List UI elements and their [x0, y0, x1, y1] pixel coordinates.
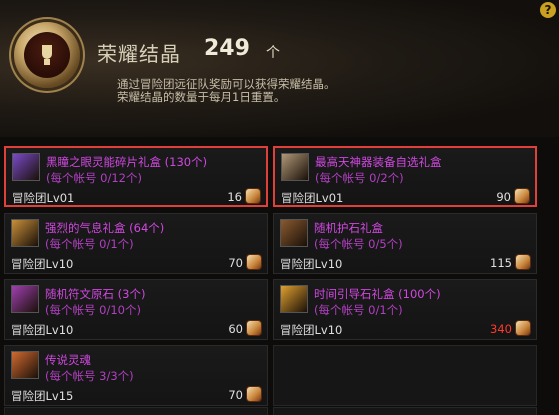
item-purchase-limit: (每个帐号 0/1个) [314, 303, 403, 317]
empty-slot [273, 345, 537, 406]
item-name: 黑瞳之眼灵能碎片礼盒 (130个) [46, 155, 208, 169]
shop-item-card[interactable]: 随机护石礼盒 (每个帐号 0/5个) 冒险团Lv10 115 [273, 213, 537, 274]
item-required-level: 冒险团Lv01 [281, 191, 344, 205]
shop-item-card[interactable]: 传说灵魂 (每个帐号 3/3个) 冒险团Lv15 70 [4, 345, 268, 406]
glory-crystal-coin-icon [515, 189, 529, 203]
item-price: 70 [228, 256, 243, 270]
item-required-level: 冒险团Lv10 [280, 323, 343, 337]
shop-item-card[interactable]: 黑瞳之眼灵能碎片礼盒 (130个) (每个帐号 0/12个) 冒险团Lv01 16 [4, 146, 268, 207]
item-icon [11, 219, 39, 247]
shop-item-card[interactable]: 最高天神器装备自选礼盒 (每个帐号 0/2个) 冒险团Lv01 90 [273, 146, 537, 207]
item-icon [280, 285, 308, 313]
item-icon [12, 153, 40, 181]
glory-crystal-coin-icon [247, 255, 261, 269]
item-name: 传说灵魂 [45, 353, 91, 367]
item-price: 340 [490, 322, 512, 336]
item-purchase-limit: (每个帐号 0/5个) [314, 237, 403, 251]
shop-item-card[interactable]: 强烈的气息礼盒 (64个) (每个帐号 0/1个) 冒险团Lv10 70 [4, 213, 268, 274]
currency-description: 通过冒险团远征队奖励可以获得荣耀结晶。 荣耀结晶的数量于每月1日重置。 [117, 78, 336, 104]
item-purchase-limit: (每个帐号 0/2个) [315, 171, 404, 185]
currency-unit: 个 [266, 45, 280, 61]
glory-crystal-coin-icon [516, 255, 530, 269]
item-icon [11, 285, 39, 313]
item-price: 115 [490, 256, 512, 270]
item-purchase-limit: (每个帐号 3/3个) [45, 369, 134, 383]
item-price: 60 [228, 322, 243, 336]
glory-crystal-emblem-icon [14, 22, 80, 88]
shop-item-card[interactable]: 时间引导石礼盒 (100个) (每个帐号 0/1个) 冒险团Lv10 340 [273, 279, 537, 340]
item-required-level: 冒险团Lv10 [280, 257, 343, 271]
item-purchase-limit: (每个帐号 0/10个) [45, 303, 141, 317]
item-required-level: 冒险团Lv01 [12, 191, 75, 205]
currency-count: 249 [204, 36, 250, 61]
item-name: 时间引导石礼盒 (100个) [314, 287, 441, 301]
item-icon [11, 351, 39, 379]
description-line-2: 荣耀结晶的数量于每月1日重置。 [117, 90, 286, 104]
item-purchase-limit: (每个帐号 0/12个) [46, 171, 142, 185]
item-name: 强烈的气息礼盒 (64个) [45, 221, 165, 235]
glory-crystal-coin-icon [246, 189, 260, 203]
item-icon [281, 153, 309, 181]
header-panel: 荣耀结晶 249 个 通过冒险团远征队奖励可以获得荣耀结晶。 荣耀结晶的数量于每… [0, 0, 559, 137]
item-required-level: 冒险团Lv15 [11, 389, 74, 403]
item-name: 随机护石礼盒 [314, 221, 383, 235]
item-required-level: 冒险团Lv10 [11, 323, 74, 337]
glory-crystal-coin-icon [247, 321, 261, 335]
item-price: 70 [228, 388, 243, 402]
item-required-level: 冒险团Lv10 [11, 257, 74, 271]
item-price: 16 [227, 190, 242, 204]
shop-item-card[interactable]: 随机符文原石 (3个) (每个帐号 0/10个) 冒险团Lv10 60 [4, 279, 268, 340]
help-icon[interactable]: ? [540, 2, 556, 18]
currency-title: 荣耀结晶 [97, 42, 181, 66]
glory-crystal-coin-icon [247, 387, 261, 401]
item-name: 最高天神器装备自选礼盒 [315, 155, 442, 169]
glory-crystal-coin-icon [516, 321, 530, 335]
item-purchase-limit: (每个帐号 0/1个) [45, 237, 134, 251]
item-price: 90 [496, 190, 511, 204]
item-name: 随机符文原石 (3个) [45, 287, 146, 301]
item-icon [280, 219, 308, 247]
